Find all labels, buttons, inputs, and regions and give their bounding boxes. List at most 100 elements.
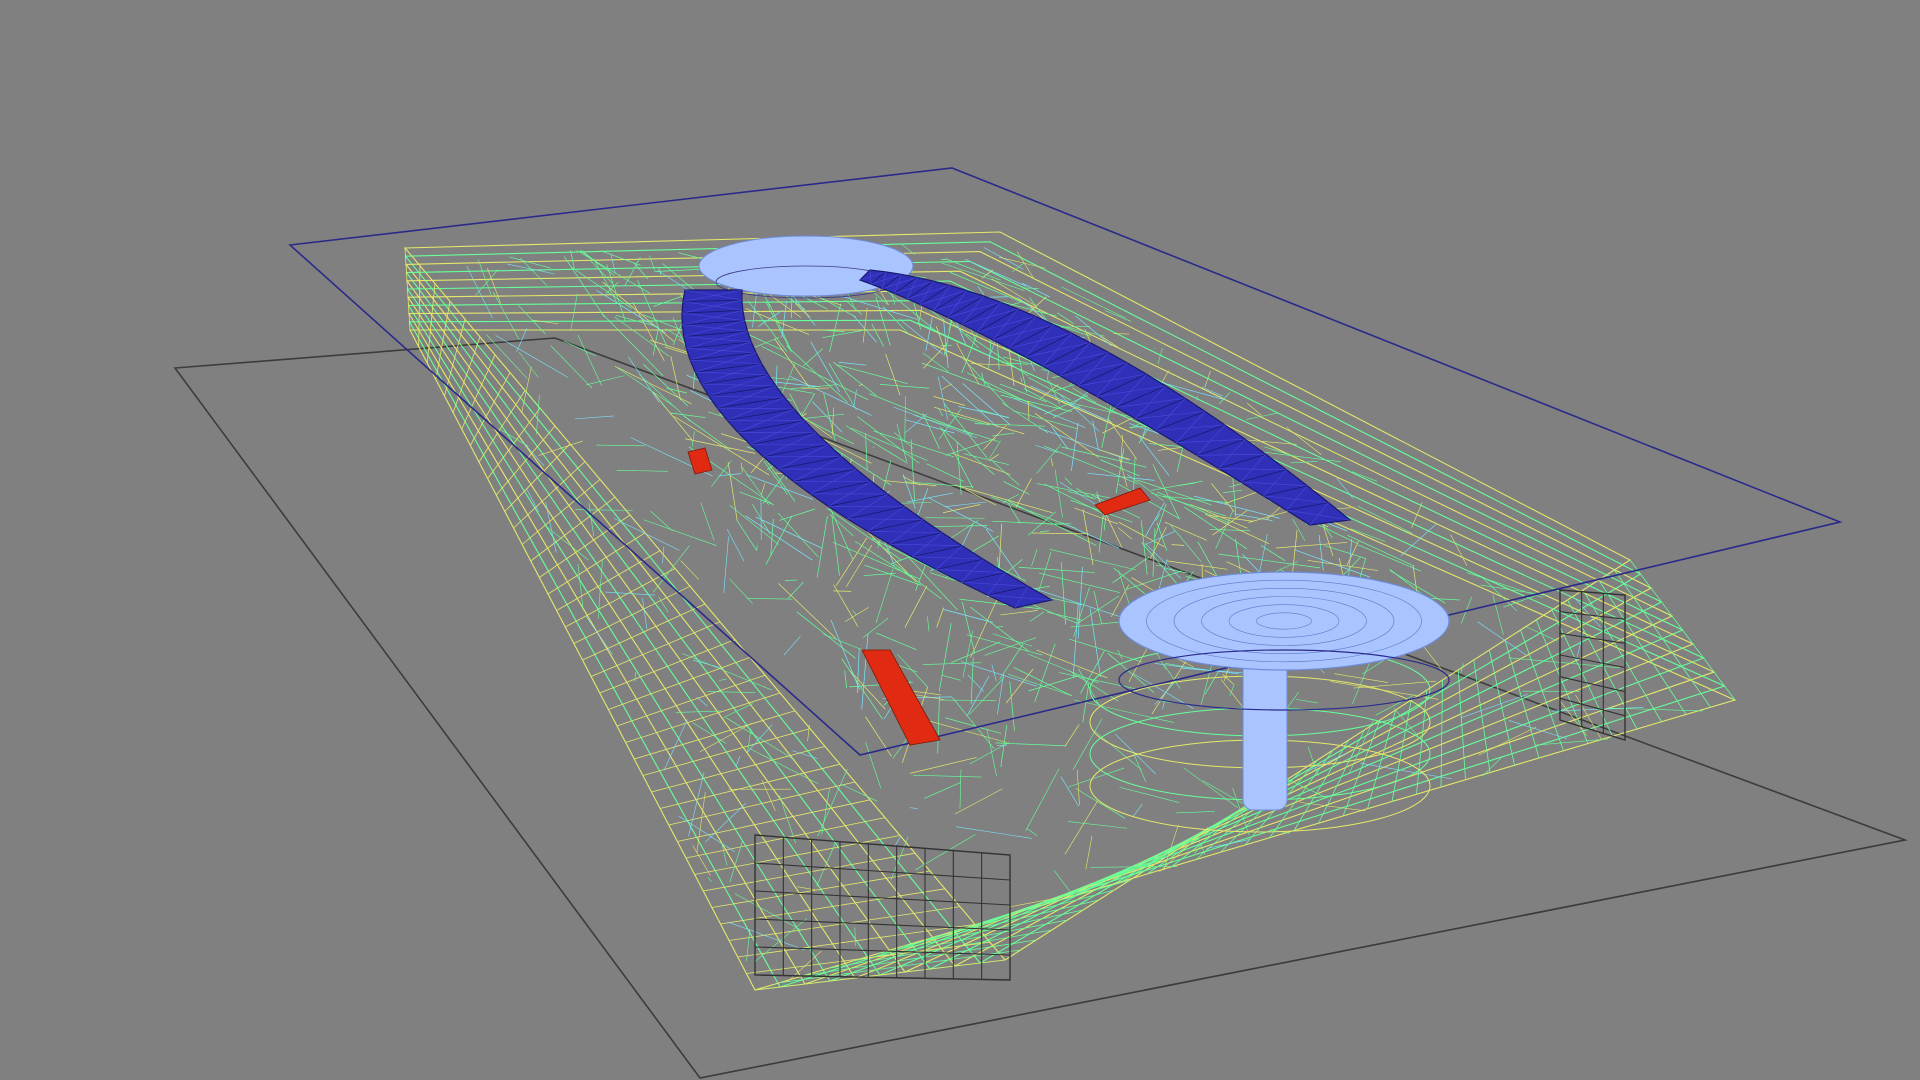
mesh-edge xyxy=(616,469,668,472)
mesh-edge xyxy=(522,388,548,417)
mesh-edge xyxy=(736,520,757,551)
viewport-3d[interactable] xyxy=(0,0,1920,1080)
window-grid-front xyxy=(754,834,1011,981)
mesh-edge xyxy=(875,632,917,651)
mesh-edge xyxy=(1036,483,1110,499)
mesh-edge xyxy=(970,657,974,705)
mesh-edge xyxy=(1100,335,1119,348)
mesh-edge xyxy=(654,268,706,272)
mesh-edge xyxy=(753,918,808,963)
mesh-edge xyxy=(1038,572,1121,593)
mesh-edge xyxy=(1047,369,1049,381)
mesh-edge xyxy=(1144,530,1176,546)
mesh-edge xyxy=(787,951,822,983)
mesh-edge xyxy=(519,257,548,286)
mesh-edge xyxy=(1112,556,1150,584)
mesh-edge xyxy=(992,633,1033,647)
mesh-edge xyxy=(786,345,849,403)
mesh-edge xyxy=(801,413,845,420)
mesh-edge xyxy=(1098,508,1105,553)
mesh-edge xyxy=(1223,489,1242,494)
mesh-edge xyxy=(955,826,1032,839)
mesh-edge xyxy=(614,316,670,357)
mesh-edge xyxy=(779,508,816,521)
mesh-edge xyxy=(577,334,602,386)
mesh-edge xyxy=(588,503,595,537)
mesh-edge xyxy=(1481,755,1504,777)
mesh-edge xyxy=(904,585,928,628)
mesh-edge xyxy=(748,300,788,352)
mesh-edge xyxy=(575,509,633,511)
mesh-edge xyxy=(1071,422,1079,471)
mesh-edge xyxy=(904,396,906,443)
mesh-edge xyxy=(865,742,882,789)
mesh-edge xyxy=(844,607,869,623)
mesh-edge xyxy=(1028,675,1081,692)
mesh-edge xyxy=(760,482,766,496)
mesh-edge xyxy=(1048,380,1060,405)
mesh-edge xyxy=(924,782,961,799)
mesh-edge xyxy=(1049,549,1136,571)
mesh-edge xyxy=(966,675,990,717)
side-window-transom xyxy=(1559,632,1626,644)
mesh-edge xyxy=(1093,590,1103,625)
mesh-edge xyxy=(617,367,676,408)
mesh-edge xyxy=(1115,733,1156,775)
mesh-edge xyxy=(1067,767,1125,788)
mesh-edge xyxy=(663,719,688,771)
mesh-edge xyxy=(1009,681,1015,731)
mesh-edge xyxy=(1229,683,1235,696)
wireframe-scene[interactable] xyxy=(0,0,1920,1080)
mesh-edge xyxy=(1018,566,1095,573)
mesh-edge xyxy=(783,636,801,656)
mass-rib xyxy=(478,390,526,463)
mesh-edge xyxy=(1275,542,1348,549)
mesh-edge xyxy=(1003,481,1030,495)
mesh-edge xyxy=(745,308,810,335)
mesh-edge xyxy=(916,488,929,520)
mesh-edge xyxy=(1358,544,1421,572)
mesh-edge xyxy=(691,431,695,447)
mesh-edge xyxy=(1068,670,1119,702)
mesh-edge xyxy=(581,250,599,265)
mesh-edge xyxy=(999,643,1024,680)
mesh-edge xyxy=(723,703,753,718)
red-marker xyxy=(687,447,713,475)
mesh-edge xyxy=(962,383,1011,425)
north-dome xyxy=(698,235,914,299)
mesh-edge xyxy=(992,432,1015,437)
mesh-edge xyxy=(1064,477,1073,486)
mesh-edge xyxy=(1171,544,1185,546)
mesh-edge xyxy=(726,529,745,562)
mesh-edge xyxy=(652,391,693,441)
mass-contour xyxy=(406,280,1684,976)
mesh-edge xyxy=(1064,800,1098,855)
mass-rib xyxy=(926,889,1115,940)
mass-rib xyxy=(1048,839,1193,904)
mesh-edge xyxy=(989,440,1001,459)
mesh-edge xyxy=(832,361,877,397)
mesh-edge xyxy=(943,318,949,368)
mesh-edge xyxy=(872,446,875,448)
mesh-edge xyxy=(1450,534,1468,566)
mesh-edge xyxy=(963,453,1009,466)
mesh-edge xyxy=(1295,698,1318,704)
mesh-edge xyxy=(692,845,711,876)
mesh-edge xyxy=(650,510,673,532)
mesh-edge xyxy=(862,617,889,638)
mesh-edge xyxy=(959,769,962,809)
mesh-edge xyxy=(969,741,1010,765)
mesh-edge xyxy=(941,383,952,390)
mesh-edge xyxy=(642,598,648,630)
mesh-edge xyxy=(606,281,619,294)
mesh-edge xyxy=(941,428,974,489)
mesh-edge xyxy=(983,424,1008,450)
mass-rib xyxy=(720,888,946,925)
mesh-edge xyxy=(1292,518,1306,541)
window-grid-side xyxy=(1559,589,1626,741)
mesh-edge xyxy=(943,609,994,623)
mesh-edge xyxy=(1224,490,1262,505)
mesh-edge xyxy=(536,395,540,435)
mesh-edge xyxy=(747,724,773,753)
mesh-edge xyxy=(1411,502,1423,528)
